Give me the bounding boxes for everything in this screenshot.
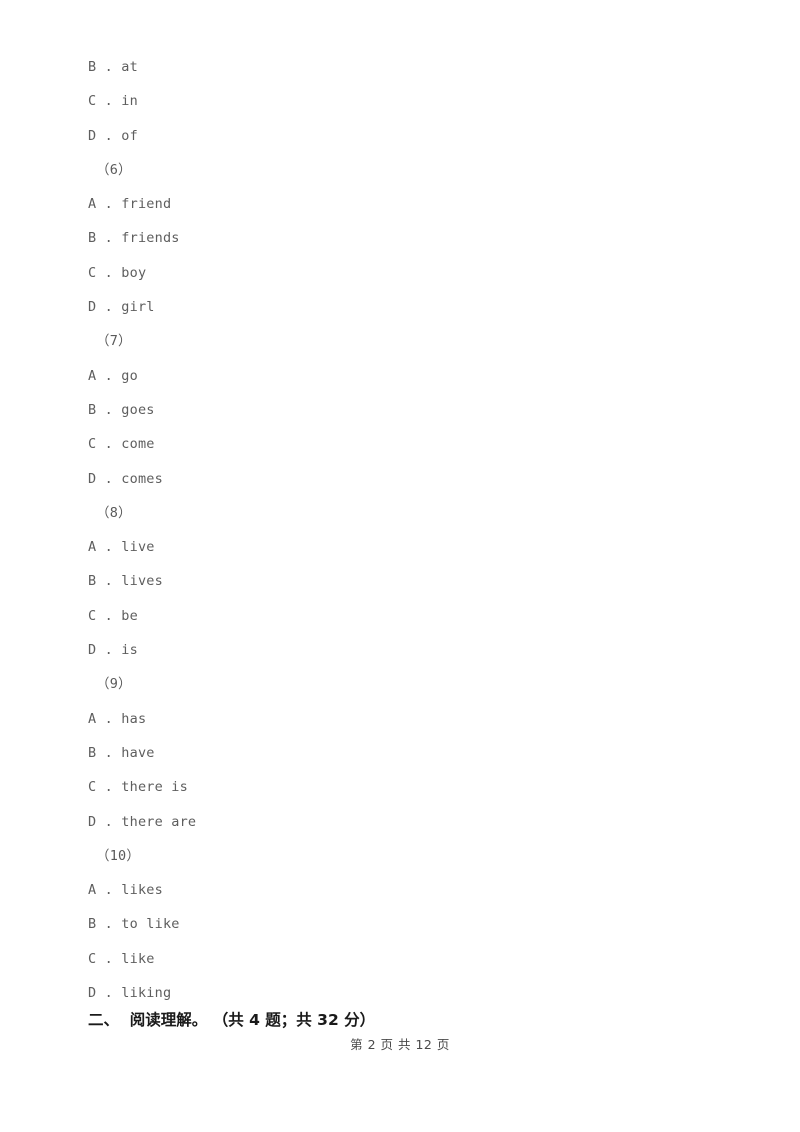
answer-option[interactable]: D . comes <box>88 462 728 496</box>
answer-option[interactable]: A . friend <box>88 187 728 221</box>
answer-option[interactable]: B . goes <box>88 393 728 427</box>
answer-option[interactable]: C . be <box>88 599 728 633</box>
answer-option[interactable]: B . at <box>88 50 728 84</box>
answer-option[interactable]: B . to like <box>88 907 728 941</box>
page-footer: 第 2 页 共 12 页 <box>350 1037 450 1052</box>
answer-option[interactable]: C . like <box>88 942 728 976</box>
answer-option[interactable]: C . come <box>88 427 728 461</box>
answer-option[interactable]: D . is <box>88 633 728 667</box>
answer-option[interactable]: B . friends <box>88 221 728 255</box>
answer-option[interactable]: D . girl <box>88 290 728 324</box>
question-number: （9） <box>96 676 132 693</box>
answer-option[interactable]: D . of <box>88 119 728 153</box>
document-page: B . at C . in D . of （6） A . friend B . frien… <box>0 0 800 1132</box>
section-heading-reading-comprehension: 二、 阅读理解。 （共 4 题；共 32 分） <box>88 1011 376 1029</box>
question-number: （7） <box>96 333 132 350</box>
answer-option[interactable]: B . lives <box>88 564 728 598</box>
answer-option[interactable]: C . in <box>88 84 728 118</box>
answer-option[interactable]: A . likes <box>88 873 728 907</box>
answer-option[interactable]: A . go <box>88 359 728 393</box>
answer-option[interactable]: A . has <box>88 702 728 736</box>
answer-option[interactable]: D . liking <box>88 976 728 1010</box>
answer-option[interactable]: C . boy <box>88 256 728 290</box>
question-number: （8） <box>96 504 132 521</box>
question-number: （10） <box>96 847 141 864</box>
answer-option[interactable]: A . live <box>88 530 728 564</box>
answer-option[interactable]: C . there is <box>88 770 728 804</box>
question-number: （6） <box>96 161 132 178</box>
answer-option[interactable]: D . there are <box>88 805 728 839</box>
answer-option[interactable]: B . have <box>88 736 728 770</box>
question-options-list: B . at C . in D . of （6） A . friend B . frien… <box>88 50 728 1010</box>
